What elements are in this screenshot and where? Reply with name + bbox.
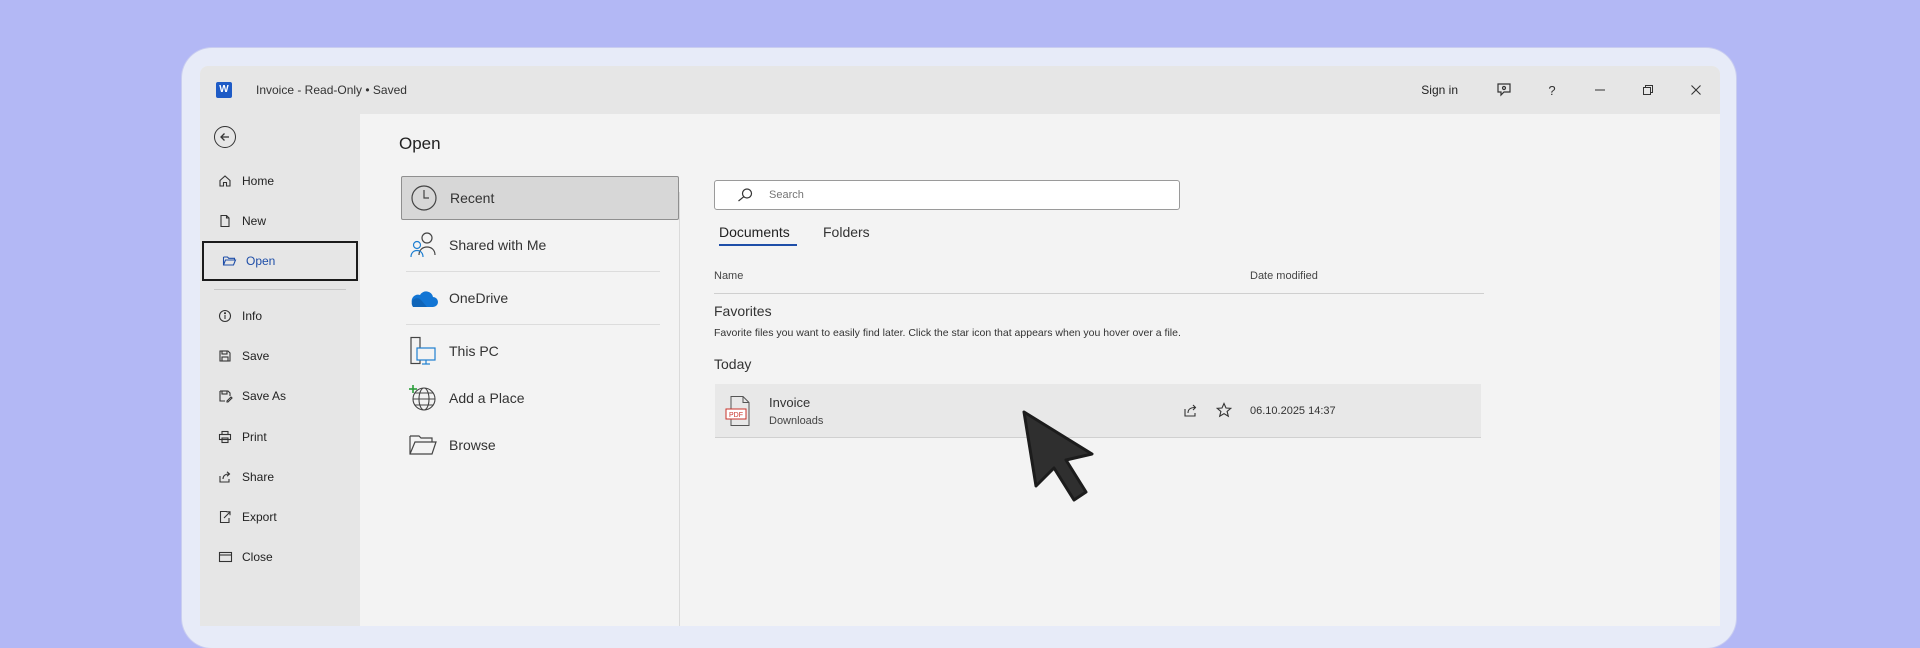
location-label: Recent [450,190,495,206]
word-logo-icon: W [216,82,232,98]
minimize-button[interactable] [1576,66,1624,114]
nav-label: Home [242,174,275,188]
location-this-pc[interactable]: This PC [401,329,679,373]
restore-icon [1643,85,1653,95]
nav-save[interactable]: Save [200,336,360,376]
share-icon [216,470,234,484]
location-divider [406,271,660,272]
nav-divider [214,289,346,290]
location-label: Add a Place [449,390,525,406]
globe-add-icon [407,383,439,413]
location-browse[interactable]: Browse [401,423,679,467]
nav-share[interactable]: Share [200,457,360,497]
new-document-icon [216,214,234,228]
nav-open[interactable]: Open [202,241,358,281]
nav-close[interactable]: Close [200,537,360,577]
help-button[interactable]: ? [1528,66,1576,114]
nav-label: Info [242,309,263,323]
search-icon [737,188,753,202]
today-heading: Today [714,356,752,372]
nav-print[interactable]: Print [200,417,360,457]
close-icon [1691,85,1701,95]
print-icon [216,430,234,444]
column-date-modified[interactable]: Date modified [1250,270,1318,282]
location-shared-with-me[interactable]: Shared with Me [401,223,679,267]
file-location: Downloads [769,415,824,427]
svg-text:PDF: PDF [729,412,743,419]
header-divider [714,293,1484,294]
clock-icon [408,184,440,212]
file-name: Invoice [769,395,811,410]
save-icon [216,349,234,363]
minimize-icon [1595,89,1605,91]
location-label: Browse [449,437,496,453]
nav-new[interactable]: New [200,201,360,241]
nav-home[interactable]: Home [200,161,360,201]
this-pc-icon [407,336,439,366]
location-label: Shared with Me [449,237,547,253]
nav-info[interactable]: Info [200,296,360,336]
title-bar: W Invoice - Read-Only • Saved Sign in ? [200,66,1720,114]
browse-folder-icon [407,433,439,457]
location-recent[interactable]: Recent [401,176,679,220]
close-document-icon [216,550,234,564]
location-label: OneDrive [449,290,509,306]
location-divider [406,324,660,325]
sign-in-link[interactable]: Sign in [1421,83,1458,97]
pdf-file-icon: PDF [725,395,753,432]
word-window: W Invoice - Read-Only • Saved Sign in ? [200,66,1720,626]
star-icon[interactable] [1215,402,1233,423]
tab-folders[interactable]: Folders [823,224,870,240]
feedback-button[interactable] [1480,66,1528,114]
search-input[interactable] [767,188,1151,202]
nav-label: Share [242,470,275,484]
nav-label: Save As [242,389,287,403]
restore-button[interactable] [1624,66,1672,114]
page-title: Open [399,134,441,153]
back-arrow-icon [220,133,229,141]
export-icon [216,510,234,524]
save-as-icon [216,389,234,403]
backstage-nav: Home New Open Info Save Save As Print Sh… [200,114,360,626]
location-add-a-place[interactable]: Add a Place [401,376,679,420]
back-button[interactable] [214,126,236,148]
favorites-heading: Favorites [714,303,772,319]
nav-label: Export [242,510,277,524]
nav-label: Save [242,349,270,363]
favorites-description: Favorite files you want to easily find l… [714,327,1181,339]
tab-documents[interactable]: Documents [719,224,790,240]
column-name[interactable]: Name [714,270,743,282]
location-label: This PC [449,343,499,359]
folder-open-icon [220,254,238,268]
nav-label: Open [246,254,276,268]
active-tab-indicator [719,244,797,246]
close-window-button[interactable] [1672,66,1720,114]
nav-label: Close [242,550,273,564]
nav-label: Print [242,430,267,444]
share-file-icon[interactable] [1183,403,1199,423]
onedrive-cloud-icon [407,287,439,309]
nav-export[interactable]: Export [200,497,360,537]
nav-save-as[interactable]: Save As [200,376,360,416]
shared-people-icon [407,231,439,259]
document-title: Invoice - Read-Only • Saved [256,83,407,97]
feedback-icon [1497,83,1511,97]
pane-divider [679,192,680,626]
location-onedrive[interactable]: OneDrive [401,276,679,320]
file-date-modified: 06.10.2025 14:37 [1250,405,1336,417]
nav-label: New [242,214,267,228]
home-icon [216,174,234,188]
mouse-cursor-icon [1020,408,1102,509]
info-icon [216,309,234,323]
search-box[interactable] [714,180,1180,210]
